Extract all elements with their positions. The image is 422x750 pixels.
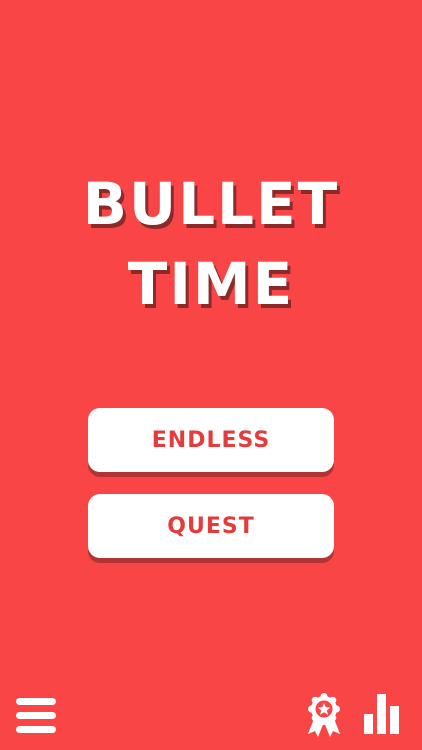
hamburger-line bbox=[16, 726, 56, 733]
quest-mode-button[interactable]: QUEST bbox=[88, 494, 334, 558]
award-ribbon-svg bbox=[308, 693, 340, 737]
game-title-line-1: BULLET bbox=[82, 170, 340, 238]
award-ribbon-icon[interactable] bbox=[304, 692, 344, 738]
hamburger-line bbox=[16, 712, 56, 719]
game-title-line-2: TIME bbox=[127, 250, 295, 318]
main-menu-screen: BULLET TIME ENDLESS QUEST bbox=[0, 0, 422, 750]
bar-chart-svg bbox=[364, 694, 399, 734]
hamburger-line bbox=[16, 698, 56, 705]
endless-mode-button[interactable]: ENDLESS bbox=[88, 408, 334, 472]
hamburger-menu-icon[interactable] bbox=[16, 698, 58, 738]
leaderboard-icon[interactable] bbox=[362, 692, 402, 734]
